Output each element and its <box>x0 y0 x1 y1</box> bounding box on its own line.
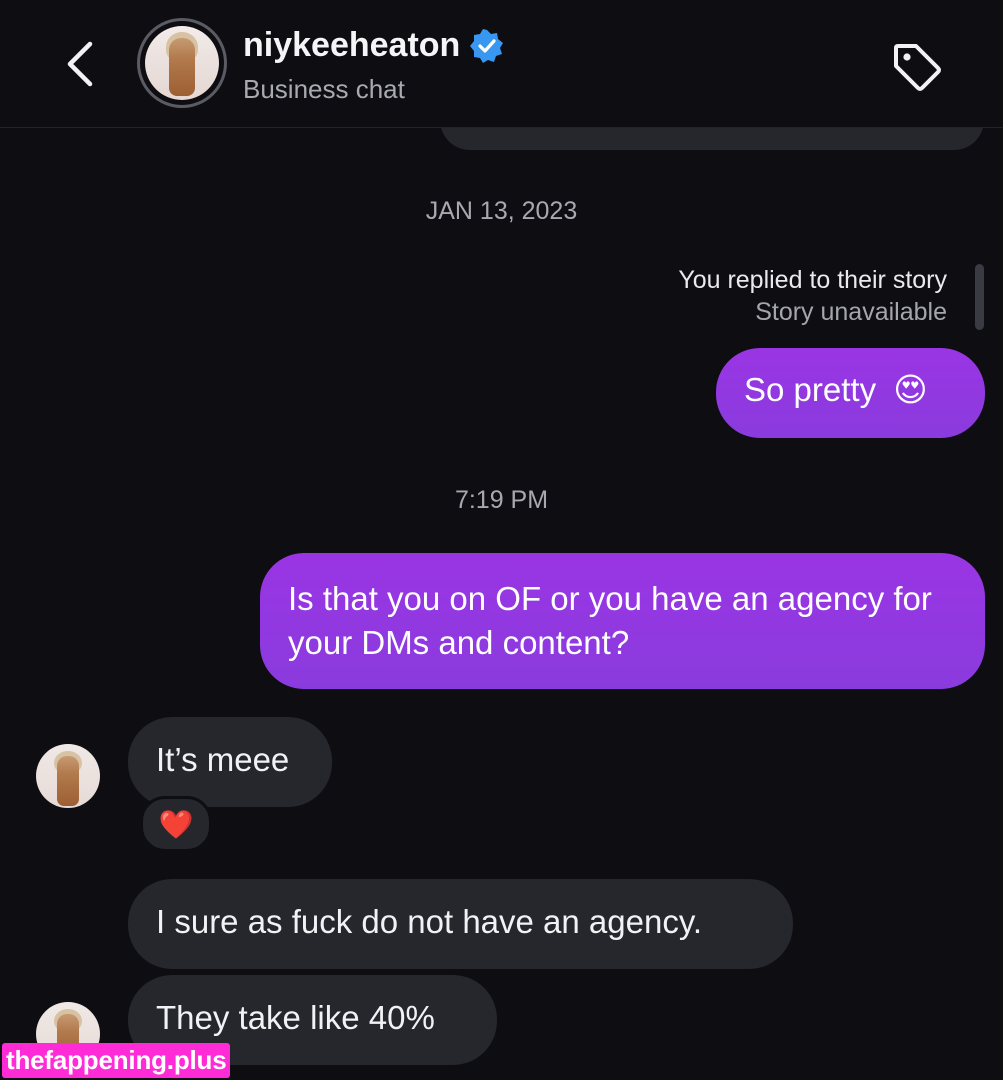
watermark: thefappening.plus <box>2 1043 231 1078</box>
time-separator: 7:19 PM <box>454 486 549 514</box>
avatar-photo <box>145 26 219 100</box>
username[interactable]: niykeeheaton <box>243 26 460 65</box>
heart-eyes-emoji: 😍 <box>893 370 928 409</box>
message-reaction[interactable]: ❤️ <box>140 796 212 852</box>
message-text: Is that you on OF or you have an agency … <box>288 580 932 661</box>
heart-reaction-icon: ❤️ <box>158 807 194 841</box>
message-bubble-incoming[interactable]: It’s meee <box>128 717 332 807</box>
chevron-left-icon[interactable] <box>62 38 102 90</box>
username-row[interactable]: niykeeheaton <box>243 26 504 65</box>
sender-avatar[interactable] <box>36 744 100 808</box>
message-text: It’s meee <box>156 741 290 778</box>
story-reply-info[interactable]: You replied to their story Story unavail… <box>678 264 947 328</box>
message-text: They take like 40% <box>156 999 435 1036</box>
story-status: Story unavailable <box>755 298 947 326</box>
message-bubble-incoming[interactable]: I sure as fuck do not have an agency. <box>128 879 793 969</box>
chat-subtitle: Business chat <box>243 74 405 104</box>
profile-avatar[interactable] <box>137 18 227 108</box>
date-separator: JAN 13, 2023 <box>425 197 578 225</box>
tag-icon[interactable] <box>888 38 944 94</box>
chat-header: niykeeheaton Business chat <box>0 0 1003 128</box>
story-reply-label: You replied to their story <box>678 266 947 294</box>
verified-badge-icon <box>470 28 504 63</box>
story-preview-bar <box>975 264 984 330</box>
message-bubble-outgoing[interactable]: So pretty 😍 <box>716 348 985 438</box>
message-text: I sure as fuck do not have an agency. <box>156 903 703 940</box>
message-text: So pretty <box>744 371 877 408</box>
message-bubble-outgoing[interactable]: Is that you on OF or you have an agency … <box>260 553 985 689</box>
